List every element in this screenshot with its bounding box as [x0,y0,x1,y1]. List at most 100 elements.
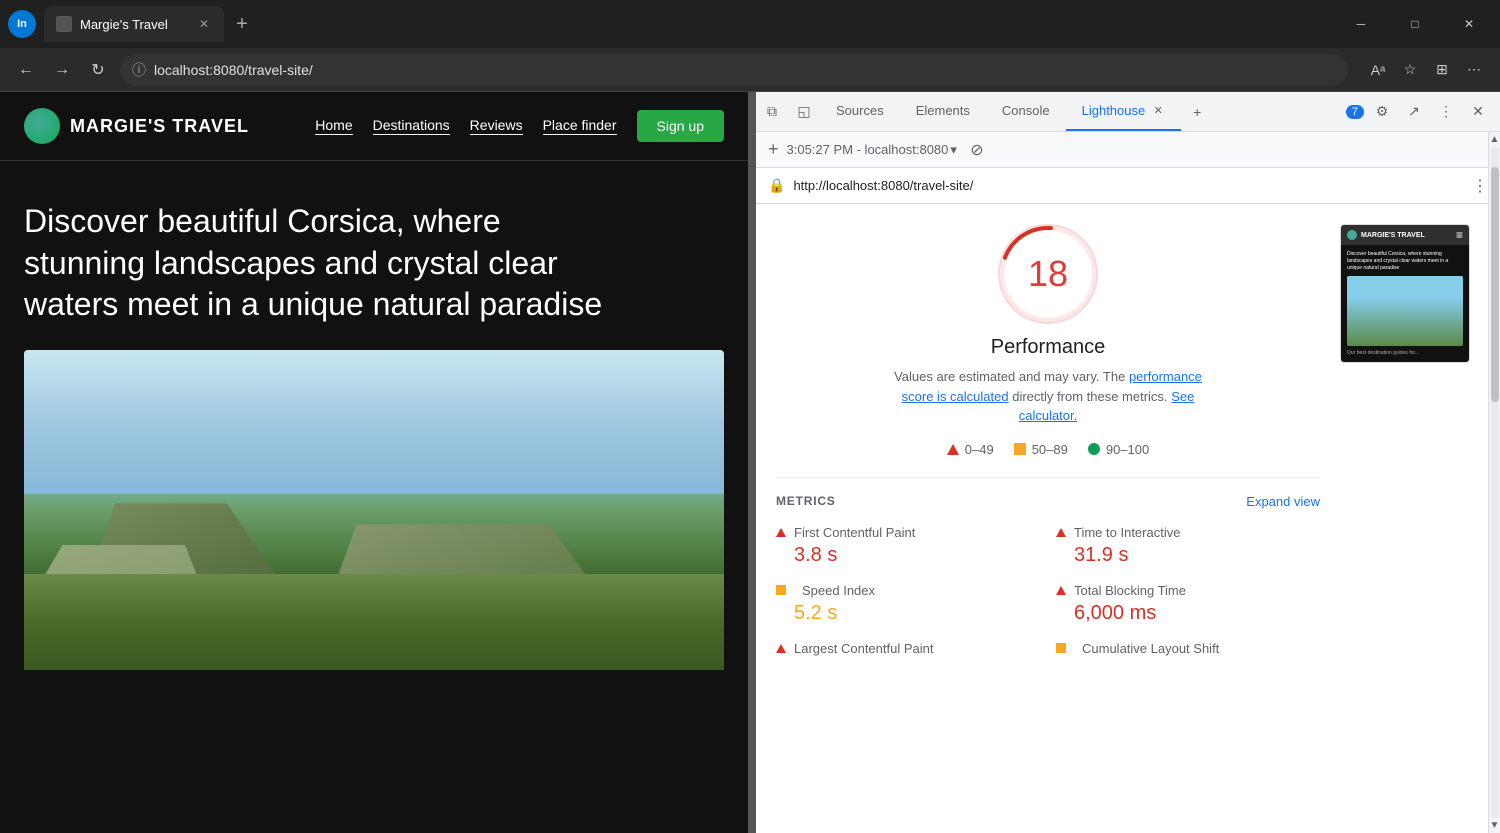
legend-poor-icon [947,444,959,455]
restore-button[interactable]: □ [1392,8,1438,40]
legend-good-label: 90–100 [1106,442,1149,457]
metrics-header: METRICS Expand view [776,494,1320,509]
nav-link-destinations[interactable]: Destinations [373,117,450,135]
collections-button[interactable]: ⊞ [1428,56,1456,84]
legend-poor: 0–49 [947,442,994,457]
minimize-button[interactable]: ─ [1338,8,1384,40]
legend-average-label: 50–89 [1032,442,1068,457]
add-tab-button[interactable]: + [1181,92,1213,131]
panel-divider[interactable] [748,92,756,833]
close-button[interactable]: ✕ [1446,8,1492,40]
tti-value: 31.9 s [1074,544,1320,567]
browser-frame: In Margie's Travel ✕ + ─ □ ✕ ← → ↻ ⓘ loc… [0,0,1500,833]
preview-footer-text: Our best destination guides for... [1347,350,1463,356]
scroll-up-button[interactable]: ▲ [1490,134,1500,145]
forward-button[interactable]: → [48,56,76,84]
address-security-icon: ⓘ [132,60,146,80]
refresh-button[interactable]: ↻ [84,56,112,84]
active-tab[interactable]: Margie's Travel ✕ [44,6,224,42]
preview-content: Discover beautiful Corsica, where stunni… [1341,245,1469,362]
site-header: MARGIE'S TRAVEL Home Destinations Review… [0,92,748,161]
tab-favicon [56,16,72,32]
translate-button[interactable]: Aᵃ [1364,56,1392,84]
preview-hero-text: Discover beautiful Corsica, where stunni… [1347,251,1463,272]
url-text: http://localhost:8080/travel-site/ [793,178,1464,193]
score-label: Performance [776,336,1320,359]
nav-bar: ← → ↻ ⓘ localhost:8080/travel-site/ Aᵃ ☆… [0,48,1500,92]
profile-label: In [17,18,27,30]
scroll-down-button[interactable]: ▼ [1490,820,1500,831]
signup-button[interactable]: Sign up [637,110,724,142]
tbt-name: Total Blocking Time [1074,583,1186,598]
tab-sources-label: Sources [836,103,884,118]
score-desc-text: Values are estimated and may vary. The [894,369,1125,384]
metric-tti: Time to Interactive 31.9 s [1056,525,1320,567]
metric-tti-header: Time to Interactive [1056,525,1320,540]
metric-lcp-header: Largest Contentful Paint [776,641,1040,656]
score-legend: 0–49 50–89 90–100 [776,442,1320,457]
nav-link-home[interactable]: Home [315,117,352,135]
tab-elements[interactable]: Elements [900,92,986,131]
settings-button[interactable]: ⚙ [1368,98,1396,126]
add-session-button[interactable]: + [768,139,779,160]
tab-lighthouse[interactable]: Lighthouse ✕ [1066,92,1182,131]
metric-si-header: Speed Index [776,583,1040,598]
devtools-inspect-button[interactable]: ◱ [788,92,820,131]
devtools-more-button[interactable]: ⋮ [1432,98,1460,126]
tab-console[interactable]: Console [986,92,1066,131]
devtools-close-button[interactable]: ✕ [1464,98,1492,126]
address-text: localhost:8080/travel-site/ [154,62,313,78]
more-button[interactable]: ⋯ [1460,56,1488,84]
devtools-secondary-bar: + 3:05:27 PM - localhost:8080 ▾ ⊘ [756,132,1500,168]
profile-button[interactable]: In [8,10,36,38]
devtools-action-buttons: 7 ⚙ ↗ ⋮ ✕ [1338,92,1500,131]
title-bar: In Margie's Travel ✕ + ─ □ ✕ [0,0,1500,48]
devtools-toolbar: ⧉ ◱ Sources Elements Console Lighthouse … [756,92,1500,132]
score-desc2-text: directly from these metrics. [1012,389,1167,404]
cls-name: Cumulative Layout Shift [1082,641,1219,656]
score-description: Values are estimated and may vary. The p… [878,367,1218,426]
nav-link-reviews[interactable]: Reviews [470,117,523,135]
tti-name: Time to Interactive [1074,525,1180,540]
tab-title: Margie's Travel [80,17,168,32]
tab-bar: Margie's Travel ✕ + [44,6,1330,42]
expand-view-button[interactable]: Expand view [1246,494,1320,509]
session-dropdown[interactable]: 3:05:27 PM - localhost:8080 ▾ [787,142,957,158]
session-dropdown-icon: ▾ [950,142,957,158]
score-circle: 18 [998,224,1098,324]
window-controls: ─ □ ✕ [1338,8,1492,40]
si-value: 5.2 s [794,602,1040,625]
right-scrollbar[interactable]: ▲ ▼ [1488,132,1500,833]
metric-fcp: First Contentful Paint 3.8 s [776,525,1040,567]
devtools-panel: ⧉ ◱ Sources Elements Console Lighthouse … [756,92,1500,833]
favorites-button[interactable]: ☆ [1396,56,1424,84]
lcp-icon [776,644,786,653]
tab-lighthouse-close[interactable]: ✕ [1151,104,1165,118]
issues-badge[interactable]: 7 [1346,105,1364,119]
devtools-dock-button[interactable]: ⧉ [756,92,788,131]
new-tab-button[interactable]: + [228,10,256,38]
legend-average: 50–89 [1014,442,1068,457]
metric-cls-header: Cumulative Layout Shift [1056,641,1320,656]
tbt-icon [1056,586,1066,595]
preview-globe [1347,230,1357,240]
tab-sources[interactable]: Sources [820,92,900,131]
remote-debug-button[interactable]: ↗ [1400,98,1428,126]
lighthouse-preview: MARGIE'S TRAVEL ≡ Discover beautiful Cor… [1340,224,1480,813]
back-button[interactable]: ← [12,56,40,84]
metrics-grid: First Contentful Paint 3.8 s Time to Int… [776,525,1320,656]
nav-right-buttons: Aᵃ ☆ ⊞ ⋯ [1364,56,1488,84]
legend-average-icon [1014,443,1026,455]
tbt-value: 6,000 ms [1074,602,1320,625]
url-more-button[interactable]: ⋮ [1472,176,1488,196]
address-bar[interactable]: ⓘ localhost:8080/travel-site/ [120,54,1348,86]
tab-lighthouse-label: Lighthouse [1082,103,1146,118]
nav-link-place-finder[interactable]: Place finder [543,117,617,135]
divider-line [776,477,1320,478]
scrollbar-track[interactable] [1491,147,1499,818]
clear-session-button[interactable]: ⊘ [965,138,989,162]
scrollbar-thumb[interactable] [1491,167,1499,402]
tab-close-button[interactable]: ✕ [196,16,212,32]
metric-tbt-header: Total Blocking Time [1056,583,1320,598]
hero-section: Discover beautiful Corsica, where stunni… [0,161,748,350]
